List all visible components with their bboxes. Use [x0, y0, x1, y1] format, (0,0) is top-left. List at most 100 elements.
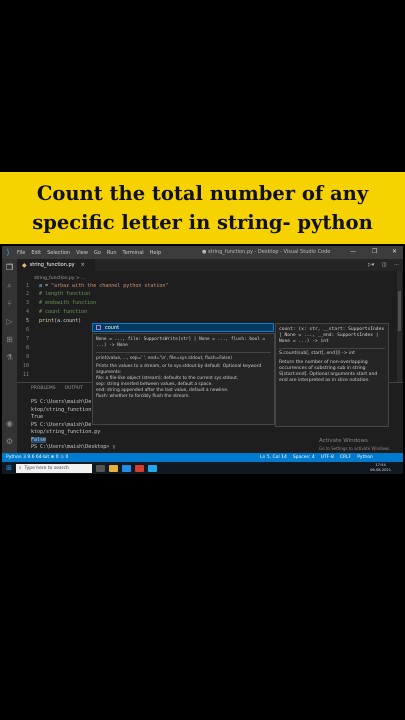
count-signature: count: (x: str, __start: SupportsIndex |… — [279, 327, 385, 345]
menu-help[interactable]: Help — [147, 250, 164, 256]
file-explorer-icon[interactable] — [109, 464, 118, 472]
maximize-button[interactable]: ❐ — [372, 248, 377, 255]
tab-label: string_function.py — [29, 262, 75, 268]
taskbar-search-placeholder: Type here to search — [24, 465, 69, 471]
menu-edit[interactable]: Edit — [28, 250, 44, 256]
vscode-logo-icon: ⟩ — [6, 248, 10, 257]
split-editor-icon[interactable]: ◫ — [382, 262, 387, 268]
menu-selection[interactable]: Selection — [44, 250, 73, 256]
code-token: # length function — [39, 291, 91, 298]
activity-bar: ❐ ⌕ ⑂ ▷ ⊞ ⚗ ◉ ⚙ — [2, 259, 17, 453]
terminal-text: True — [31, 414, 44, 420]
code-token: .count — [60, 318, 79, 325]
tab-close-icon[interactable]: × — [81, 262, 85, 268]
search-icon[interactable]: ⌕ — [5, 281, 14, 290]
panel-tabs: PROBLEMS OUTPUT — [31, 386, 92, 391]
status-item[interactable]: Spaces: 4 — [293, 455, 315, 460]
terminal-line: PS C:\Users\maish\Desktop> ▯ — [31, 444, 115, 452]
line-number: 4 — [25, 309, 29, 316]
vscode-taskbar-icon[interactable] — [148, 464, 157, 472]
edge-icon[interactable] — [122, 464, 131, 472]
taskbar-clock[interactable]: 17:54 06-08-2021 — [370, 463, 391, 473]
taskbar-search-icon: ⌕ — [19, 466, 22, 471]
explorer-icon[interactable]: ❐ — [5, 263, 14, 272]
terminal-line: False — [31, 436, 115, 445]
menu-go[interactable]: Go — [91, 250, 104, 256]
code-token: # endswith function — [39, 300, 97, 307]
line-number: 10 — [22, 362, 29, 369]
watermark-sub: Go to Settings to activate Windows. — [319, 446, 391, 451]
line-number: 5 — [25, 318, 29, 325]
banner-line-2: specific letter in string- python — [32, 211, 373, 234]
signature-doc: Prints the values to a stream, or to sys… — [96, 364, 271, 400]
signature-text: None = ..., file: SupportsWrite[str] | N… — [96, 337, 266, 348]
suggestion-item-count[interactable]: count — [92, 323, 274, 332]
activate-windows-watermark: Activate Windows Go to Settings to activ… — [319, 438, 391, 452]
code-line[interactable]: 1 a = "arbaz with the channel python stat… — [17, 281, 397, 290]
status-item[interactable]: Ln 5, Col 14 — [260, 455, 287, 460]
code-line[interactable]: 3 # endswith function — [17, 299, 397, 308]
line-number: 8 — [25, 344, 29, 351]
editor-actions: ▷▾ ◫ ··· — [368, 262, 399, 268]
code-token: ) — [78, 318, 82, 325]
title-banner: Count the total number of any specific l… — [0, 172, 405, 244]
signature-doc-line: Prints the values to a stream, or to sys… — [96, 364, 262, 375]
code-token: "arbaz with the channel python station" — [51, 282, 169, 289]
code-text: # count function — [39, 309, 87, 315]
status-right: Ln 5, Col 14 Spaces: 4 UTF-8 CRLF Python — [260, 455, 379, 460]
scrollbar-thumb[interactable] — [398, 291, 401, 331]
status-bar: Python 3.9.6 64-bit ⊗ 0 ⚠ 0 Ln 5, Col 14… — [2, 453, 403, 462]
status-item[interactable]: UTF-8 — [321, 455, 334, 460]
extensions-icon[interactable]: ⊞ — [5, 335, 14, 344]
title-bar: ⟩ File Edit Selection View Go Run Terminal Help… — [2, 246, 403, 259]
python-file-icon: ◆ — [22, 261, 27, 269]
settings-gear-icon[interactable]: ⚙ — [5, 437, 14, 446]
close-button[interactable]: ✕ — [392, 248, 397, 255]
run-debug-icon[interactable]: ▷ — [5, 317, 14, 326]
terminal-text: PS C:\Users\maish\De — [31, 421, 92, 428]
source-control-icon[interactable]: ⑂ — [5, 299, 14, 308]
status-interpreter[interactable]: Python 3.9.6 64-bit ⊗ 0 ⚠ 0 — [6, 455, 68, 460]
clock-date: 06-08-2021 — [370, 467, 391, 472]
line-number: 11 — [22, 371, 29, 378]
panel-tab-problems[interactable]: PROBLEMS — [31, 386, 56, 391]
terminal-text: PS C:\Users\maish\Desktop> ▯ — [31, 444, 116, 450]
code-line[interactable]: 4 # count function — [17, 308, 397, 317]
task-view-icon[interactable] — [96, 464, 105, 472]
line-number: 1 — [25, 282, 29, 289]
status-item[interactable]: Python — [357, 455, 373, 460]
windows-taskbar: ⊞ ⌕ Type here to search 17:54 06-08-2021 — [2, 462, 403, 474]
terminal-text: False — [31, 436, 47, 443]
panel-tab-output[interactable]: OUTPUT — [65, 386, 83, 391]
minimize-button[interactable]: — — [350, 248, 356, 255]
window-title: ● string_function.py - Desktop - Visual … — [202, 249, 331, 255]
run-file-icon[interactable]: ▷▾ — [368, 262, 374, 268]
code-token: print — [39, 318, 55, 325]
count-doc: Return the number of non-overlapping occ… — [279, 359, 378, 384]
menu-file[interactable]: File — [14, 250, 28, 256]
windows-start-icon[interactable]: ⊞ — [2, 464, 16, 472]
testing-icon[interactable]: ⚗ — [5, 353, 14, 362]
status-item[interactable]: CRLF — [340, 455, 351, 460]
line-number: 2 — [25, 291, 29, 298]
account-icon[interactable]: ◉ — [5, 419, 14, 428]
code-text: # length function — [39, 291, 90, 297]
chrome-icon[interactable] — [135, 464, 144, 472]
taskbar-search[interactable]: ⌕ Type here to search — [16, 463, 92, 473]
signature-help-popup: None = ..., file: SupportsWrite[str] | N… — [92, 333, 275, 425]
code-token: # count function — [39, 309, 88, 316]
menu-view[interactable]: View — [73, 250, 91, 256]
terminal-text: PS C:\Users\maish\De — [31, 399, 92, 405]
code-token: = — [42, 282, 52, 289]
tab-string-function[interactable]: ◆ string_function.py × — [17, 259, 95, 271]
more-actions-icon[interactable]: ··· — [394, 262, 399, 268]
banner-line-1: Count the total number of any — [36, 182, 369, 205]
method-icon — [96, 325, 101, 330]
signature-doc-line: flush: whether to forcibly flush the str… — [96, 394, 190, 399]
menu-run[interactable]: Run — [104, 250, 120, 256]
count-doc-popup: count: (x: str, __start: SupportsIndex |… — [275, 323, 389, 427]
terminal-line: ktop/string_function.py — [31, 429, 115, 437]
code-text: a = "arbaz with the channel python stati… — [39, 283, 168, 289]
menu-terminal[interactable]: Terminal — [120, 250, 147, 256]
code-line[interactable]: 2 # length function — [17, 290, 397, 299]
